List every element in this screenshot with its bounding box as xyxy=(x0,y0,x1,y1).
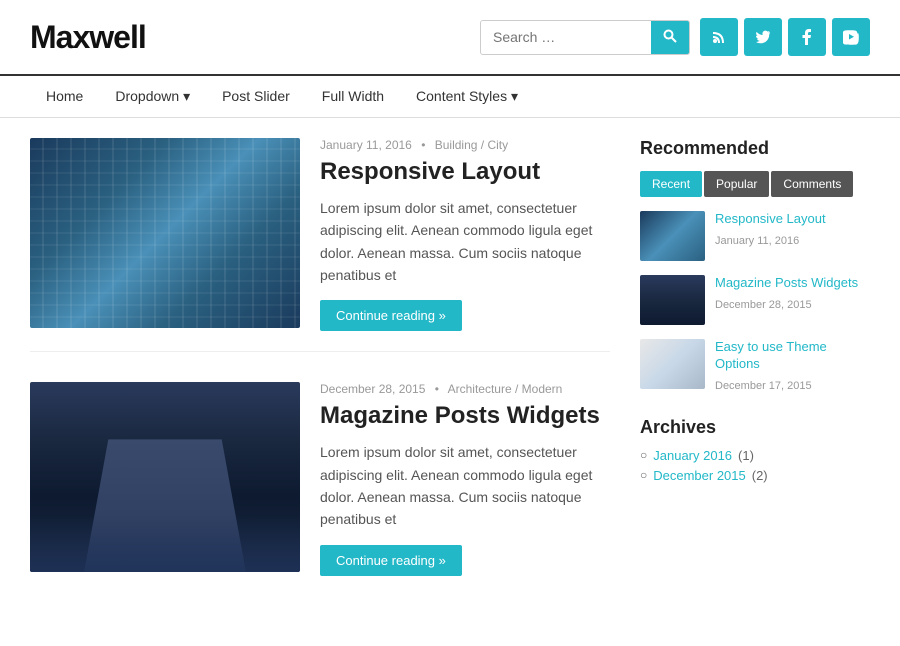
archive-item-1: ○ January 2016 (1) xyxy=(640,448,870,463)
recent-post-3: Easy to use Theme Options December 17, 2… xyxy=(640,339,870,392)
recent-title-1[interactable]: Responsive Layout xyxy=(715,211,826,228)
post-2-category[interactable]: Architecture / Modern xyxy=(448,382,563,396)
rss-icon[interactable] xyxy=(700,18,738,56)
youtube-icon[interactable] xyxy=(832,18,870,56)
recent-info-3: Easy to use Theme Options December 17, 2… xyxy=(715,339,870,392)
archive-count-1: (1) xyxy=(738,448,754,463)
post-1: January 11, 2016 • Building / City Respo… xyxy=(30,138,610,352)
nav-link-home[interactable]: Home xyxy=(30,76,99,116)
content-area: January 11, 2016 • Building / City Respo… xyxy=(30,138,610,626)
tab-recent[interactable]: Recent xyxy=(640,171,702,197)
recent-post-2: Magazine Posts Widgets December 28, 2015 xyxy=(640,275,870,325)
archive-link-2[interactable]: December 2015 xyxy=(653,468,746,483)
recent-thumb-white-3 xyxy=(640,339,705,389)
recent-thumb-2 xyxy=(640,275,705,325)
post-2-excerpt: Lorem ipsum dolor sit amet, consectetuer… xyxy=(320,441,610,531)
archives-section: Archives ○ January 2016 (1) ○ December 2… xyxy=(640,417,870,483)
post-2-thumbnail xyxy=(30,382,300,572)
main-container: January 11, 2016 • Building / City Respo… xyxy=(0,118,900,646)
recent-post-1: Responsive Layout January 11, 2016 xyxy=(640,211,870,261)
post-1-thumbnail xyxy=(30,138,300,328)
recent-thumb-3 xyxy=(640,339,705,389)
recommended-tabs: Recent Popular Comments xyxy=(640,171,870,197)
header-right xyxy=(480,18,870,56)
search-icon xyxy=(663,29,677,43)
nav-link-dropdown[interactable]: Dropdown ▾ xyxy=(99,76,206,117)
nav-link-post-slider[interactable]: Post Slider xyxy=(206,76,306,116)
archive-bullet-2: ○ xyxy=(640,468,647,482)
post-2: December 28, 2015 • Architecture / Moder… xyxy=(30,382,610,595)
post-1-date: January 11, 2016 xyxy=(320,138,412,152)
nav-item-dropdown[interactable]: Dropdown ▾ xyxy=(99,76,206,117)
post-1-body: January 11, 2016 • Building / City Respo… xyxy=(320,138,610,331)
social-icons xyxy=(700,18,870,56)
search-input[interactable] xyxy=(481,21,651,53)
post-2-date: December 28, 2015 xyxy=(320,382,425,396)
nav-link-full-width[interactable]: Full Width xyxy=(306,76,400,116)
nav-bar: Home Dropdown ▾ Post Slider Full Width C… xyxy=(0,74,900,118)
archive-link-1[interactable]: January 2016 xyxy=(653,448,732,463)
post-2-continue-btn[interactable]: Continue reading » xyxy=(320,545,462,576)
post-2-meta: December 28, 2015 • Architecture / Moder… xyxy=(320,382,610,396)
nav-item-post-slider[interactable]: Post Slider xyxy=(206,76,306,117)
post-1-excerpt: Lorem ipsum dolor sit amet, consectetuer… xyxy=(320,197,610,287)
search-box xyxy=(480,20,690,55)
twitter-icon[interactable] xyxy=(744,18,782,56)
search-button[interactable] xyxy=(651,21,689,54)
post-1-category[interactable]: Building / City xyxy=(435,138,508,152)
nav-item-content-styles[interactable]: Content Styles ▾ xyxy=(400,76,534,117)
nav-item-home[interactable]: Home xyxy=(30,76,99,117)
archive-bullet-1: ○ xyxy=(640,448,647,462)
recommended-heading: Recommended xyxy=(640,138,870,159)
post-1-continue-btn[interactable]: Continue reading » xyxy=(320,300,462,331)
recent-date-1: January 11, 2016 xyxy=(715,235,799,247)
recent-info-2: Magazine Posts Widgets December 28, 2015 xyxy=(715,275,858,311)
archives-heading: Archives xyxy=(640,417,870,438)
recent-date-3: December 17, 2015 xyxy=(715,380,812,392)
post-2-body: December 28, 2015 • Architecture / Moder… xyxy=(320,382,610,575)
site-title: Maxwell xyxy=(30,19,146,56)
recent-thumb-1 xyxy=(640,211,705,261)
recent-thumb-city-2 xyxy=(640,275,705,325)
post-2-title: Magazine Posts Widgets xyxy=(320,402,610,431)
recommended-section: Recommended Recent Popular Comments Resp… xyxy=(640,138,870,392)
recent-title-2[interactable]: Magazine Posts Widgets xyxy=(715,275,858,292)
recent-thumb-building-1 xyxy=(640,211,705,261)
tab-comments[interactable]: Comments xyxy=(771,171,853,197)
recent-title-3[interactable]: Easy to use Theme Options xyxy=(715,339,870,373)
archive-item-2: ○ December 2015 (2) xyxy=(640,468,870,483)
site-header: Maxwell xyxy=(0,0,900,74)
facebook-icon[interactable] xyxy=(788,18,826,56)
archive-count-2: (2) xyxy=(752,468,768,483)
sidebar: Recommended Recent Popular Comments Resp… xyxy=(640,138,870,626)
meta-bullet: • xyxy=(421,138,425,152)
post-1-meta: January 11, 2016 • Building / City xyxy=(320,138,610,152)
meta-bullet-2: • xyxy=(435,382,439,396)
tab-popular[interactable]: Popular xyxy=(704,171,769,197)
post-1-title: Responsive Layout xyxy=(320,158,610,187)
nav-link-content-styles[interactable]: Content Styles ▾ xyxy=(400,76,534,117)
recent-date-2: December 28, 2015 xyxy=(715,299,812,311)
recent-info-1: Responsive Layout January 11, 2016 xyxy=(715,211,826,247)
nav-item-full-width[interactable]: Full Width xyxy=(306,76,400,117)
